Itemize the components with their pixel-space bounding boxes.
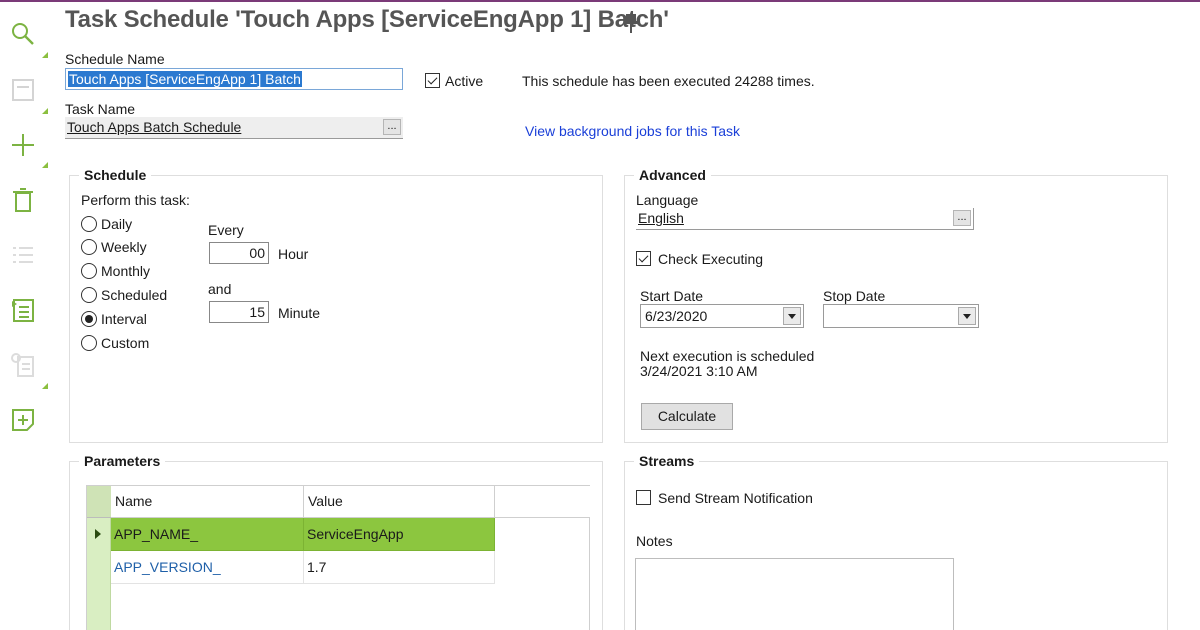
- start-date-value: 6/23/2020: [645, 308, 708, 324]
- hour-input[interactable]: 00: [209, 242, 269, 264]
- radio-interval[interactable]: [81, 311, 97, 327]
- streams-group-title: Streams: [634, 453, 700, 469]
- minute-input[interactable]: 15: [209, 301, 269, 323]
- chevron-down-icon[interactable]: [958, 307, 976, 325]
- column-header-value[interactable]: Value: [304, 486, 495, 518]
- left-toolbar: [0, 0, 50, 630]
- column-header-empty: [495, 486, 590, 518]
- stop-date-picker[interactable]: [823, 304, 979, 328]
- notes-label: Notes: [636, 533, 673, 549]
- row-1-name-cell[interactable]: APP_NAME_: [111, 518, 304, 551]
- start-date-picker[interactable]: 6/23/2020: [640, 304, 804, 328]
- advanced-group-title: Advanced: [634, 167, 711, 183]
- stop-date-label: Stop Date: [823, 288, 886, 304]
- window-top-border: [0, 0, 1200, 2]
- schedule-name-value: Touch Apps [ServiceEngApp 1] Batch: [68, 71, 302, 87]
- radio-monthly-label: Monthly: [101, 263, 151, 279]
- parameters-group-title: Parameters: [79, 453, 166, 469]
- add-icon[interactable]: [8, 130, 38, 160]
- save-icon[interactable]: [8, 75, 38, 105]
- row-1-value-cell[interactable]: ServiceEngApp: [304, 518, 495, 551]
- language-label: Language: [636, 192, 699, 208]
- add-note-icon[interactable]: [8, 405, 38, 435]
- send-stream-notification-label: Send Stream Notification: [658, 490, 813, 506]
- executed-count-text: This schedule has been executed 24288 ti…: [522, 73, 815, 89]
- pin-icon[interactable]: [623, 12, 639, 34]
- active-label: Active: [445, 73, 484, 89]
- minute-label: Minute: [278, 305, 321, 321]
- chevron-down-icon[interactable]: [783, 307, 801, 325]
- send-stream-notification-checkbox[interactable]: [636, 490, 651, 505]
- schedule-name-input[interactable]: Touch Apps [ServiceEngApp 1] Batch: [65, 68, 403, 90]
- radio-daily[interactable]: [81, 216, 97, 232]
- check-mark-icon: [638, 252, 649, 263]
- notes-textarea[interactable]: [635, 558, 954, 630]
- radio-weekly[interactable]: [81, 239, 97, 255]
- task-name-value[interactable]: Touch Apps Batch Schedule: [67, 119, 241, 135]
- radio-interval-label: Interval: [101, 311, 147, 327]
- hour-label: Hour: [278, 246, 309, 262]
- check-mark-icon: [427, 74, 438, 85]
- check-executing-label: Check Executing: [658, 251, 764, 267]
- task-list-icon[interactable]: [8, 295, 38, 325]
- radio-scheduled[interactable]: [81, 287, 97, 303]
- info-list-icon[interactable]: [8, 350, 38, 380]
- radio-monthly[interactable]: [81, 263, 97, 279]
- radio-selected-dot: [85, 315, 93, 323]
- page-title: Task Schedule 'Touch Apps [ServiceEngApp…: [65, 6, 669, 33]
- schedule-name-label: Schedule Name: [65, 51, 165, 67]
- schedule-group: Schedule: [69, 167, 603, 443]
- info-menu-indicator[interactable]: [42, 383, 48, 389]
- language-lookup-button[interactable]: ...: [953, 210, 971, 226]
- row-2-value-cell[interactable]: 1.7: [304, 551, 495, 584]
- next-execution-value: 3/24/2021 3:10 AM: [640, 363, 758, 379]
- and-label: and: [208, 281, 232, 297]
- grid-row-header: [87, 486, 111, 630]
- column-header-name[interactable]: Name: [111, 486, 304, 518]
- grid-corner-cell: [87, 486, 111, 518]
- task-name-lookup-button[interactable]: ...: [383, 119, 401, 135]
- task-name-label: Task Name: [65, 101, 136, 117]
- active-checkbox[interactable]: [425, 73, 440, 88]
- perform-task-label: Perform this task:: [81, 192, 190, 208]
- check-executing-checkbox[interactable]: [636, 251, 651, 266]
- list-icon[interactable]: [8, 240, 38, 270]
- task-name-field[interactable]: Touch Apps Batch Schedule ...: [65, 117, 403, 139]
- calculate-button[interactable]: Calculate: [641, 403, 733, 430]
- save-menu-indicator[interactable]: [42, 108, 48, 114]
- current-row-arrow-icon: [95, 529, 101, 539]
- schedule-group-title: Schedule: [79, 167, 152, 183]
- radio-scheduled-label: Scheduled: [101, 287, 168, 303]
- parameters-grid: Name Value APP_NAME_ ServiceEngApp APP_V…: [86, 485, 590, 630]
- add-menu-indicator[interactable]: [42, 162, 48, 168]
- row-2-name-cell[interactable]: APP_VERSION_: [111, 551, 304, 584]
- start-date-label: Start Date: [640, 288, 704, 304]
- language-field[interactable]: English ...: [636, 208, 974, 230]
- delete-icon[interactable]: [8, 185, 38, 215]
- radio-daily-label: Daily: [101, 216, 133, 232]
- language-value[interactable]: English: [638, 210, 684, 226]
- radio-weekly-label: Weekly: [101, 239, 147, 255]
- radio-custom-label: Custom: [101, 335, 150, 351]
- radio-custom[interactable]: [81, 335, 97, 351]
- search-icon[interactable]: [8, 19, 38, 49]
- every-label: Every: [208, 222, 244, 238]
- search-menu-indicator[interactable]: [42, 52, 48, 58]
- next-execution-label: Next execution is scheduled: [640, 348, 815, 364]
- view-background-jobs-link[interactable]: View background jobs for this Task: [525, 123, 740, 139]
